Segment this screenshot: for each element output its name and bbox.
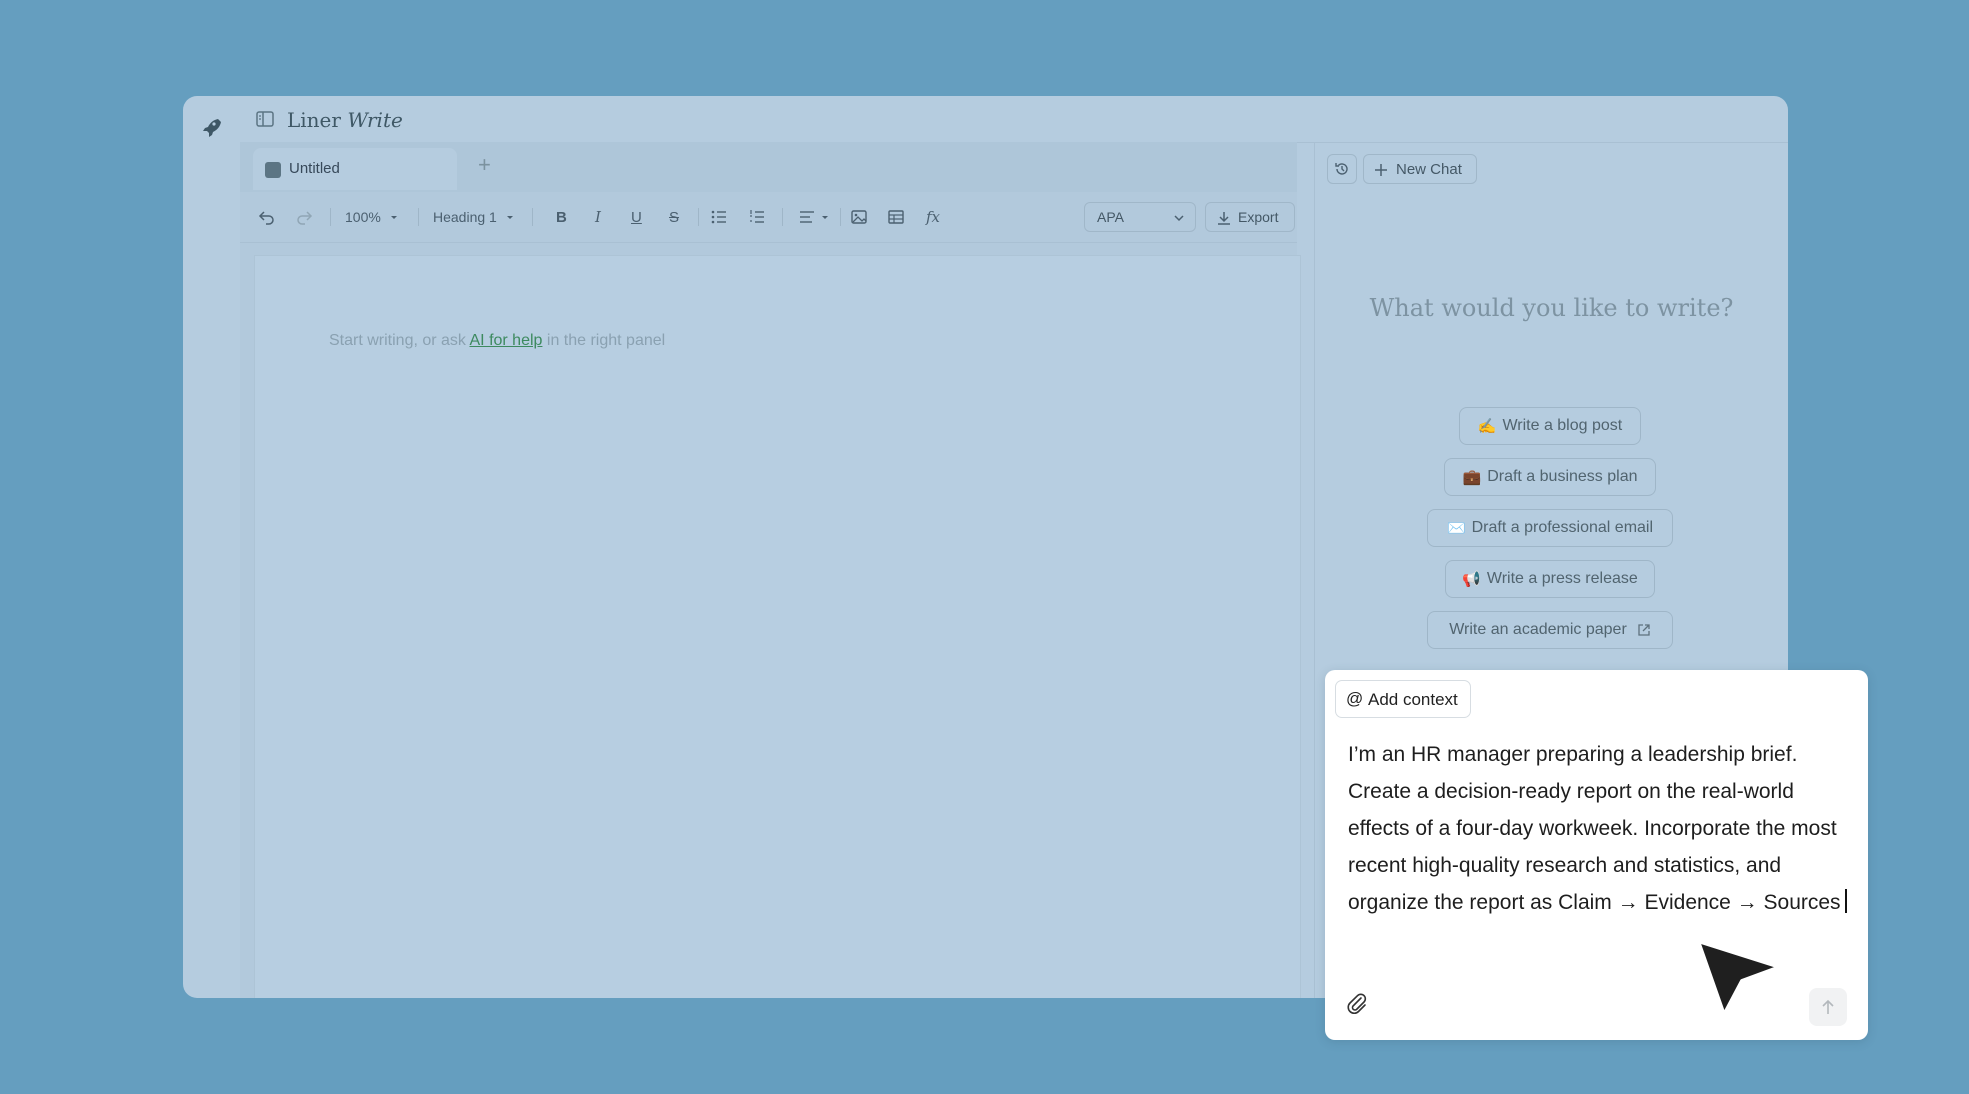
tab-label: Untitled (289, 160, 340, 177)
placeholder-text-start: Start writing, or ask (329, 332, 470, 349)
add-context-button[interactable]: @ Add context (1335, 680, 1471, 718)
numbered-list-button[interactable] (748, 206, 766, 228)
paperclip-icon[interactable] (1345, 992, 1369, 1016)
mouse-pointer-icon (1696, 939, 1782, 1017)
suggestion-academic-paper[interactable]: Write an academic paper (1427, 611, 1673, 649)
send-button[interactable] (1809, 988, 1847, 1026)
prompt-title: What would you like to write? (1369, 294, 1734, 322)
formula-button[interactable]: fx (926, 206, 940, 228)
suggestion-blog-post[interactable]: ✍️ Write a blog post (1459, 407, 1641, 445)
editor-column: Untitled + 100% Heading 1 B I U S fx APA… (240, 142, 1301, 998)
plus-icon (1375, 164, 1387, 176)
sidebar-toggle-icon[interactable] (256, 111, 274, 127)
text-style-value: Heading 1 (433, 209, 497, 225)
strikethrough-button[interactable]: S (669, 206, 679, 228)
suggestion-label: Draft a business plan (1487, 468, 1638, 485)
numbered-list-icon (750, 210, 764, 223)
new-chat-label: New Chat (1396, 161, 1462, 178)
suggestion-label: Write an academic paper (1449, 621, 1627, 638)
caret-down-icon (822, 216, 828, 219)
toolbar-divider (840, 208, 841, 226)
align-select[interactable] (798, 206, 832, 228)
export-label: Export (1238, 209, 1279, 225)
download-icon (1218, 212, 1230, 225)
caret-down-icon (390, 216, 397, 219)
align-left-icon (800, 211, 814, 223)
add-context-label: Add context (1368, 690, 1458, 709)
image-icon (851, 210, 867, 224)
bold-button[interactable]: B (556, 206, 567, 228)
document-icon (265, 162, 281, 178)
document-tab-bar: Untitled + (240, 142, 1297, 192)
suggestion-business-plan[interactable]: 💼 Draft a business plan (1444, 458, 1656, 496)
redo-icon (297, 211, 313, 225)
chat-history-button[interactable] (1327, 154, 1357, 184)
rocket-logo-icon[interactable] (199, 116, 223, 140)
insert-table-button[interactable] (887, 206, 905, 228)
editor-placeholder: Start writing, or ask AI for help in the… (329, 332, 665, 350)
suggestion-press-release[interactable]: 📢 Write a press release (1445, 560, 1655, 598)
top-bar: Liner Write (240, 96, 1788, 143)
arrow-up-icon (1822, 999, 1834, 1014)
suggestion-label: Draft a professional email (1471, 519, 1654, 536)
zoom-value: 100% (345, 209, 381, 225)
citation-style-value: APA (1097, 209, 1124, 225)
suggestion-professional-email[interactable]: ✉️ Draft a professional email (1427, 509, 1673, 547)
table-icon (888, 210, 904, 224)
undo-icon (258, 211, 274, 225)
document-page[interactable]: Start writing, or ask AI for help in the… (254, 255, 1301, 998)
undo-button[interactable] (258, 206, 276, 228)
redo-button[interactable] (295, 206, 313, 228)
chevron-down-icon (1174, 215, 1184, 222)
chat-message-text: I’m an HR manager preparing a leadership… (1348, 743, 1841, 914)
brand-logo: Liner Write (287, 108, 403, 132)
text-style-select[interactable]: Heading 1 (433, 206, 517, 228)
at-sign-icon: @ (1346, 689, 1364, 708)
bullet-list-icon (711, 210, 726, 224)
history-icon (1335, 163, 1348, 175)
envelope-icon: ✉️ (1446, 520, 1466, 537)
italic-button[interactable]: I (595, 206, 601, 228)
brand-suffix: Write (347, 108, 403, 132)
brand-prefix: Liner (287, 108, 341, 132)
external-link-icon (1638, 624, 1650, 636)
toolbar-divider (782, 208, 783, 226)
zoom-select[interactable]: 100% (345, 206, 401, 228)
bullet-list-button[interactable] (710, 206, 728, 228)
briefcase-icon: 💼 (1462, 469, 1482, 486)
ai-help-link[interactable]: AI for help (470, 332, 543, 349)
toolbar-divider (698, 208, 699, 226)
chat-message-input[interactable]: I’m an HR manager preparing a leadership… (1348, 736, 1853, 921)
new-chat-button[interactable]: New Chat (1363, 154, 1477, 184)
export-button[interactable]: Export (1205, 202, 1295, 232)
placeholder-text-end: in the right panel (542, 332, 666, 349)
formatting-toolbar: 100% Heading 1 B I U S fx APA Export (240, 192, 1297, 243)
toolbar-divider (418, 208, 419, 226)
tab-untitled[interactable]: Untitled (253, 148, 457, 190)
add-tab-button[interactable]: + (478, 152, 491, 178)
suggestion-label: Write a blog post (1502, 417, 1623, 434)
suggestion-label: Write a press release (1486, 570, 1638, 587)
megaphone-icon: 📢 (1462, 571, 1481, 588)
toolbar-divider (330, 208, 331, 226)
insert-image-button[interactable] (850, 206, 868, 228)
citation-style-select[interactable]: APA (1084, 202, 1196, 232)
toolbar-divider (532, 208, 533, 226)
text-caret (1844, 889, 1847, 913)
writing-hand-icon: ✍️ (1477, 418, 1497, 435)
left-rail (183, 96, 240, 998)
underline-button[interactable]: U (631, 206, 642, 228)
caret-down-icon (506, 216, 513, 219)
